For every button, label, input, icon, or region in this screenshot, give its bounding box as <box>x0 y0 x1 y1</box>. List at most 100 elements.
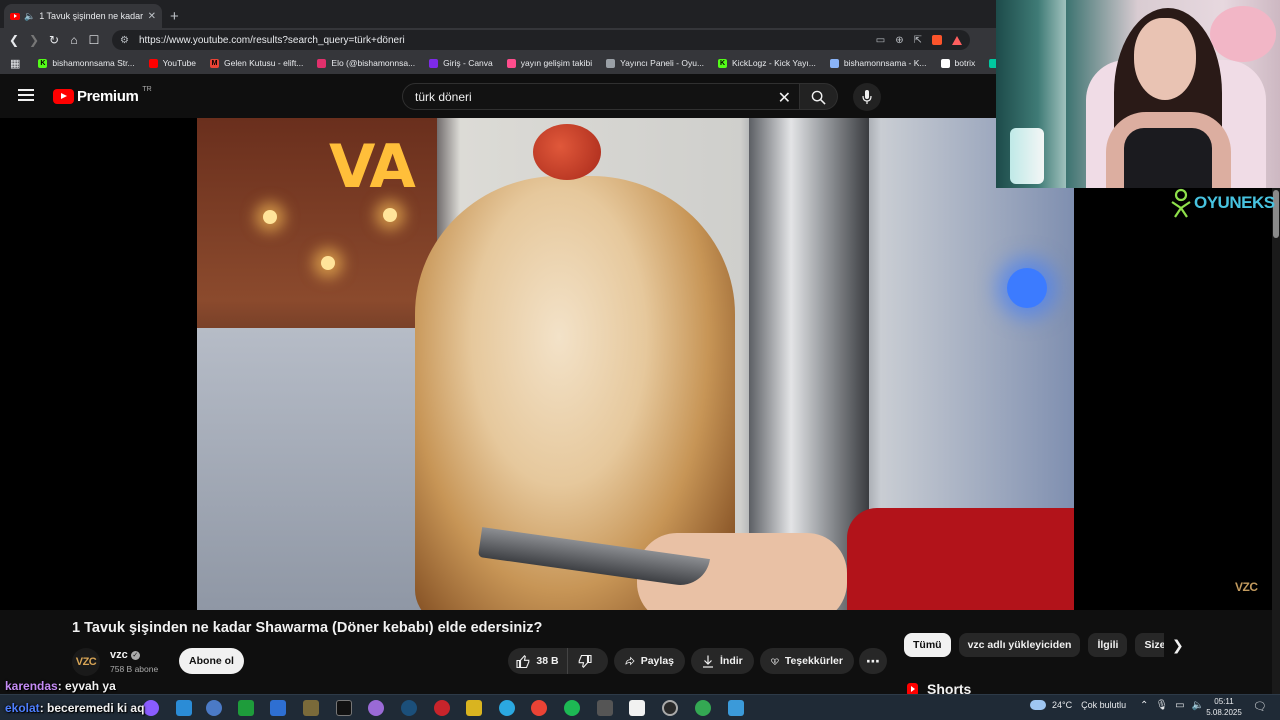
voice-search-button[interactable] <box>853 83 881 111</box>
youtube-premium-logo[interactable]: Premium TR <box>53 86 152 105</box>
app-icon[interactable] <box>466 700 482 716</box>
notifications-icon[interactable]: 🗨 <box>1253 700 1267 713</box>
file-explorer-icon[interactable] <box>176 700 192 716</box>
bookmark-item[interactable]: Elo (@bishamonnsa... <box>317 58 415 68</box>
channel-avatar[interactable]: VZC <box>72 648 100 676</box>
store-icon[interactable] <box>270 700 286 716</box>
bookmark-item[interactable]: bishamonnsama - K... <box>829 58 927 68</box>
bookmark-favicon-icon: M <box>210 58 220 68</box>
wall-light <box>263 210 277 224</box>
browser-tab-active[interactable]: 🔈 1 Tavuk şişinden ne kadar Shawarma (Dö… <box>4 4 162 28</box>
video-title: 1 Tavuk şişinden ne kadar Shawarma (Döne… <box>72 620 543 636</box>
download-button[interactable]: İndir <box>691 648 754 674</box>
zoom-icon[interactable]: ⊕ <box>895 35 903 46</box>
bookmark-item[interactable]: Yayıncı Paneli - Oyu... <box>606 58 704 68</box>
steam-icon[interactable] <box>401 700 417 716</box>
app-icon[interactable] <box>728 700 744 716</box>
app-icon[interactable] <box>206 700 222 716</box>
speaker-icon[interactable]: 🔈 <box>24 11 35 22</box>
filter-chip[interactable]: vzc adlı yükleyiciden <box>958 633 1081 657</box>
bookmark-item[interactable]: botrix <box>940 58 975 68</box>
back-arrow-icon[interactable]: ❮ <box>4 33 24 47</box>
bookmark-icon[interactable]: ☐ <box>84 33 104 47</box>
subscriber-count: 758 B abone <box>110 664 159 674</box>
weather-widget[interactable]: 24°C Çok bulutlu <box>1030 700 1126 710</box>
filter-chip[interactable]: Tümü <box>904 633 951 657</box>
blue-light <box>1007 268 1047 308</box>
video-frame[interactable]: VA <box>197 118 1074 610</box>
bookmark-item[interactable]: K KickLogz - Kick Yayı... <box>718 58 816 68</box>
address-bar[interactable]: ⚙ https://www.youtube.com/results?search… <box>112 30 970 50</box>
dislike-button[interactable] <box>568 654 608 668</box>
app-icon[interactable] <box>434 700 450 716</box>
clear-search-icon[interactable]: ✕ <box>778 88 791 108</box>
video-player[interactable]: VA VZC <box>0 118 1272 610</box>
browser-icon[interactable] <box>695 700 711 716</box>
bookmark-favicon-icon <box>940 58 950 68</box>
bookmark-label: Yayıncı Paneli - Oyu... <box>620 58 705 68</box>
page-scrollbar[interactable] <box>1272 188 1280 720</box>
spotify-icon[interactable] <box>564 700 580 716</box>
bookmark-label: YouTube <box>162 58 197 68</box>
subscribe-button[interactable]: Abone ol <box>179 648 244 674</box>
filter-chip[interactable]: İlgili <box>1088 633 1128 657</box>
cast-icon[interactable]: ▭ <box>876 35 885 46</box>
search-input[interactable]: türk döneri ✕ <box>402 83 800 110</box>
menu-icon[interactable] <box>18 89 34 101</box>
epic-games-icon[interactable] <box>336 700 352 716</box>
bookmark-favicon-icon: K <box>718 58 728 68</box>
app-icon[interactable] <box>499 700 515 716</box>
notion-icon[interactable] <box>629 700 645 716</box>
filter-chip[interactable]: Size özel <box>1135 633 1164 657</box>
close-tab-icon[interactable]: ✕ <box>148 11 156 22</box>
share-page-icon[interactable]: ⇱ <box>914 35 922 46</box>
bookmark-favicon-icon <box>429 58 439 68</box>
search-button[interactable] <box>800 83 838 110</box>
site-settings-icon[interactable]: ⚙ <box>120 35 129 46</box>
brave-rewards-icon[interactable] <box>952 35 962 45</box>
bookmark-label: yayın gelişim takibi <box>520 58 593 68</box>
app-icon[interactable] <box>662 700 678 716</box>
monitor-icon[interactable]: ▭ <box>1175 700 1184 711</box>
wall-light <box>321 256 335 270</box>
like-button[interactable]: 38 B <box>508 648 568 674</box>
bookmark-favicon-icon <box>317 58 327 68</box>
channel-name-link[interactable]: vzc ✓ <box>110 649 140 661</box>
reload-icon[interactable]: ↻ <box>44 33 64 47</box>
bookmark-label: Gelen Kutusu - elift... <box>224 58 304 68</box>
chat-text: : eyvah ya <box>57 679 116 693</box>
volume-icon[interactable]: 🔈 <box>1192 700 1204 711</box>
thanks-button[interactable]: $ Teşekkürler <box>760 648 854 674</box>
app-icon[interactable] <box>597 700 613 716</box>
chat-username: karendas <box>5 679 58 693</box>
bookmark-item[interactable]: M Gelen Kutusu - elift... <box>210 58 303 68</box>
mug <box>1010 128 1044 184</box>
microphone-tray-icon[interactable]: 🎙 <box>1155 700 1168 711</box>
share-button[interactable]: Paylaş <box>614 648 685 674</box>
apps-grid-icon[interactable]: ▦ <box>10 57 20 70</box>
more-actions-button[interactable]: ⋯ <box>859 648 887 674</box>
bookmark-item[interactable]: YouTube <box>148 58 197 68</box>
channel-watermark[interactable]: VZC <box>1235 580 1258 594</box>
bookmark-item[interactable]: Kbishamonnsama Str... <box>38 58 135 68</box>
forward-arrow-icon[interactable]: ❯ <box>24 33 44 47</box>
chrome-icon[interactable] <box>531 700 547 716</box>
bookmark-favicon-icon <box>989 58 996 68</box>
bookmark-label: KickLogz - Kick Yayı... <box>732 58 816 68</box>
chips-next-icon[interactable]: ❯ <box>1172 637 1184 654</box>
url-text[interactable]: https://www.youtube.com/results?search_q… <box>139 35 866 46</box>
tray-chevron-icon[interactable]: ⌃ <box>1140 700 1148 711</box>
bookmark-item[interactable]: (15) Dashboard <box>989 58 996 68</box>
home-icon[interactable]: ⌂ <box>64 33 84 47</box>
bookmark-item[interactable]: yayın gelişim takibi <box>506 58 593 68</box>
xbox-icon[interactable] <box>238 700 254 716</box>
brave-shield-icon[interactable] <box>932 35 942 45</box>
streamer-webcam <box>996 0 1280 188</box>
new-tab-button[interactable]: + <box>170 4 179 28</box>
bookmark-item[interactable]: Giriş - Canva <box>429 58 493 68</box>
game-launcher-icon[interactable] <box>303 700 319 716</box>
app-icon[interactable] <box>143 700 159 716</box>
taskbar-clock[interactable]: 05:11 5.08.2025 <box>1204 696 1244 718</box>
obs-icon[interactable] <box>368 700 384 716</box>
bookmark-favicon-icon <box>148 58 158 68</box>
